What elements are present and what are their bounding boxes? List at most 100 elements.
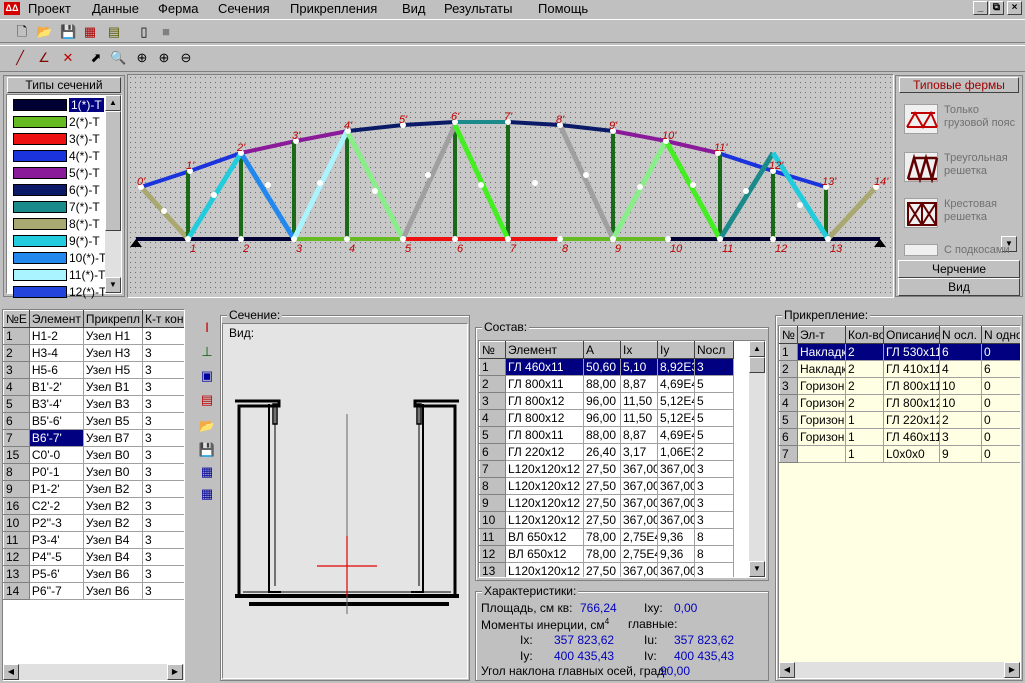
composition-cell[interactable]: 3 (694, 460, 734, 478)
composition-row[interactable]: 13 L120x120x12 27,50 367,00 367,00 3 (479, 562, 734, 577)
exit-door-icon[interactable]: ▯ (136, 24, 152, 40)
composition-row[interactable]: 10 L120x120x12 27,50 367,00 367,00 3 (479, 511, 734, 529)
attachment-row[interactable]: 4 Горизон 2 ГЛ 800х12 10 0 (779, 394, 1020, 412)
element-cell[interactable]: 4 (3, 378, 30, 396)
attachment-cell[interactable]: 2 (845, 360, 884, 378)
truss-member[interactable] (826, 185, 878, 241)
attachment-cell[interactable]: 1 (845, 445, 884, 463)
truss-node[interactable] (770, 236, 776, 242)
composition-cell[interactable]: 3 (479, 392, 506, 410)
element-header-cell[interactable]: Элемент (28, 310, 84, 328)
save-section-icon[interactable]: 💾 (196, 440, 218, 462)
zoom-window-icon[interactable]: 🔍 (110, 50, 126, 66)
attachment-header-cell[interactable]: N одно (981, 326, 1020, 344)
element-cell[interactable]: Узел B4 (82, 548, 143, 566)
composition-cell[interactable]: L120x120x12 (505, 494, 584, 512)
truss-member[interactable] (507, 120, 561, 127)
attachment-row[interactable]: 3 Горизон 2 ГЛ 800х11 10 0 (779, 377, 1020, 395)
attachment-cell[interactable]: 0 (981, 428, 1020, 446)
attachment-cell[interactable]: L0x0x0 (883, 445, 940, 463)
element-cell[interactable]: Узел H5 (82, 361, 143, 379)
composition-cell[interactable]: 367,00 (657, 494, 695, 512)
element-cell[interactable]: Узел B2 (82, 514, 143, 532)
attachment-cell[interactable]: ГЛ 410х11 (883, 360, 940, 378)
truss-type-struts[interactable]: С подкосами (904, 244, 1014, 256)
element-row[interactable]: 4 B1'-2' Узел B1 3 (3, 378, 184, 396)
composition-cell[interactable]: 78,00 (583, 545, 621, 563)
section-types-list[interactable]: 1(*)-T 2(*)-T 3(*)-T 4(*)-T 5(*)-T 6(*)-T 7(*)… (6, 94, 122, 299)
element-cell[interactable]: 3 (141, 327, 184, 345)
element-cell[interactable]: 3 (141, 429, 184, 447)
attachment-header-cell[interactable]: Кол-во (845, 326, 884, 344)
composition-cell[interactable]: 367,00 (657, 477, 695, 495)
open-folder-icon[interactable]: 📂 (36, 24, 52, 40)
truss-node[interactable] (452, 236, 458, 242)
save-icon[interactable]: 💾 (60, 24, 76, 40)
open-section-icon[interactable]: 📂 (196, 416, 218, 438)
attachment-cell[interactable]: ГЛ 800х12 (883, 394, 940, 412)
element-cell[interactable]: P0'-1 (28, 463, 84, 481)
attachment-cell[interactable]: 1 (779, 343, 798, 361)
composition-cell[interactable]: 50,60 (583, 358, 621, 376)
composition-row[interactable]: 4 ГЛ 800х12 96,00 11,50 5,12E4 5 (479, 409, 734, 427)
truss-node[interactable] (505, 236, 511, 242)
section-type-item[interactable]: 10(*)-T (11, 250, 115, 266)
attachment-cell[interactable]: ГЛ 530х11 (883, 343, 940, 361)
section-type-item[interactable]: 9(*)-T (11, 233, 115, 249)
attachment-cell[interactable]: 3 (939, 428, 982, 446)
element-cell[interactable]: 3 (141, 497, 184, 515)
truss-member[interactable] (559, 123, 614, 133)
element-cell[interactable]: Узел H3 (82, 344, 143, 362)
element-row[interactable]: 2 H3-4 Узел H3 3 (3, 344, 184, 362)
element-header-cell[interactable]: К-т конц (141, 310, 184, 328)
menu-attachments[interactable]: Прикрепления (290, 1, 377, 16)
composition-row[interactable]: 11 ВЛ 650х12 78,00 2,75E4 9,36 8 (479, 528, 734, 546)
truss-member[interactable] (140, 169, 191, 189)
composition-scrollbar[interactable]: ▲ ▼ (749, 341, 765, 577)
element-cell[interactable]: C0'-0 (28, 446, 84, 464)
attachment-cell[interactable]: 0 (981, 411, 1020, 429)
menu-view[interactable]: Вид (402, 1, 426, 16)
element-cell[interactable]: 3 (141, 514, 184, 532)
element-cell[interactable]: 3 (141, 361, 184, 379)
attachment-row[interactable]: 5 Горизон 1 ГЛ 220х12 2 0 (779, 411, 1020, 429)
section-type-item[interactable]: 1(*)-T (11, 97, 115, 113)
attachment-cell[interactable]: 0 (981, 394, 1020, 412)
truss-member[interactable] (557, 123, 616, 241)
element-row[interactable]: 10 P2''-3 Узел B2 3 (3, 514, 184, 532)
attachment-cell[interactable]: 10 (939, 394, 982, 412)
composition-cell[interactable]: 11,50 (620, 409, 658, 427)
section-type-item[interactable]: 7(*)-T (11, 199, 115, 215)
element-cell[interactable]: Узел B6 (82, 565, 143, 583)
composition-row[interactable]: 1 ГЛ 460х11 50,60 5,10 8,92E3 3 (479, 358, 734, 376)
elements-scroll-right-icon[interactable]: ▶ (167, 664, 183, 680)
element-cell[interactable]: 2 (3, 344, 30, 362)
drawing-button[interactable]: Черчение (898, 260, 1020, 278)
elements-hscrollbar[interactable]: ◀ ▶ (3, 664, 184, 680)
composition-cell[interactable]: 88,00 (583, 375, 621, 393)
composition-cell[interactable]: 96,00 (583, 392, 621, 410)
element-cell[interactable]: 3 (3, 361, 30, 379)
element-row[interactable]: 1 H1-2 Узел H1 3 (3, 327, 184, 345)
attachment-cell[interactable]: 6 (939, 343, 982, 361)
composition-scroll-down-icon[interactable]: ▼ (749, 561, 765, 577)
truss-node[interactable] (344, 236, 350, 242)
attachment-header-cell[interactable]: Описание (883, 326, 940, 344)
element-cell[interactable]: 8 (3, 463, 30, 481)
element-cell[interactable]: 11 (3, 531, 30, 549)
truss-node[interactable] (478, 182, 484, 188)
truss-node[interactable] (211, 192, 217, 198)
composition-cell[interactable]: 27,50 (583, 562, 621, 577)
channel-section-icon[interactable]: ▣ (196, 366, 218, 388)
attachment-cell[interactable]: 4 (939, 360, 982, 378)
attachment-cell[interactable]: 3 (779, 377, 798, 395)
composition-header-cell[interactable]: № (479, 341, 506, 359)
element-cell[interactable]: 13 (3, 565, 30, 583)
element-row[interactable]: 15 C0'-0 Узел B0 3 (3, 446, 184, 464)
truss-node[interactable] (583, 172, 589, 178)
element-cell[interactable]: 3 (141, 480, 184, 498)
truss-type-load-chord[interactable]: Только грузовой пояс (904, 104, 1015, 148)
element-cell[interactable]: Узел B2 (82, 480, 143, 498)
element-cell[interactable]: 16 (3, 497, 30, 515)
menu-data[interactable]: Данные (92, 1, 139, 16)
